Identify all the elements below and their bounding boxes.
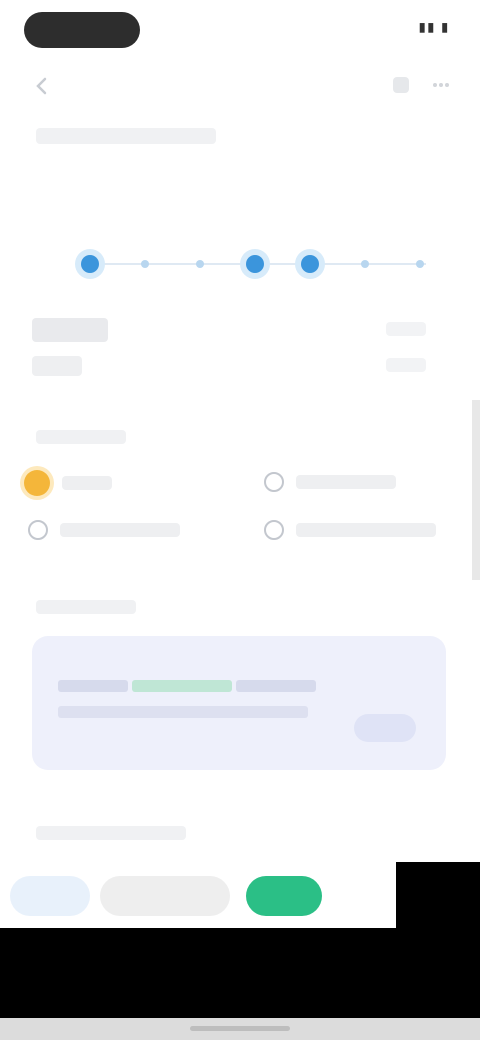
status-indicators: ▮▮ ▮ [418, 20, 450, 34]
related-heading [36, 826, 186, 840]
timeline-point[interactable] [81, 255, 99, 273]
attribute-text [296, 523, 436, 537]
side-value-2 [386, 358, 426, 372]
obscured-bottom-region [0, 928, 480, 1018]
attribute-text [60, 523, 180, 537]
card-text-line [58, 706, 308, 718]
section-heading [36, 128, 216, 144]
more-icon[interactable] [430, 74, 452, 96]
primary-value [32, 318, 108, 342]
card-link[interactable] [131, 680, 232, 692]
timeline-point[interactable] [246, 255, 264, 273]
share-icon[interactable] [390, 74, 412, 96]
scroll-edge [472, 400, 480, 580]
secondary-value [32, 356, 82, 376]
timeline-point[interactable] [196, 260, 204, 268]
timeline-point[interactable] [301, 255, 319, 273]
timeline-point[interactable] [416, 260, 424, 268]
attribute-text [296, 475, 396, 489]
attribute-text [62, 476, 112, 490]
attribute-item [24, 470, 112, 496]
timeline-point[interactable] [361, 260, 369, 268]
tips-heading [36, 600, 136, 614]
card-text-lead [58, 680, 128, 692]
timeline-point[interactable] [141, 260, 149, 268]
header-actions [390, 74, 452, 96]
chip-3[interactable] [246, 876, 322, 916]
circle-icon [264, 520, 284, 540]
card-action-button[interactable] [354, 714, 416, 742]
attributes-heading [36, 430, 126, 444]
attribute-item [264, 472, 396, 492]
attribute-item [264, 520, 436, 540]
home-indicator[interactable] [190, 1026, 290, 1031]
chip-1[interactable] [10, 876, 90, 916]
tips-card-text [58, 676, 338, 724]
circle-icon [28, 520, 48, 540]
chip-2[interactable] [100, 876, 230, 916]
back-arrow-icon[interactable] [30, 74, 54, 98]
circle-icon [264, 472, 284, 492]
card-text-tail [235, 680, 316, 692]
side-value-1 [386, 322, 426, 336]
sun-icon [24, 470, 50, 496]
attribute-item [28, 520, 180, 540]
status-time-pill [24, 12, 140, 48]
